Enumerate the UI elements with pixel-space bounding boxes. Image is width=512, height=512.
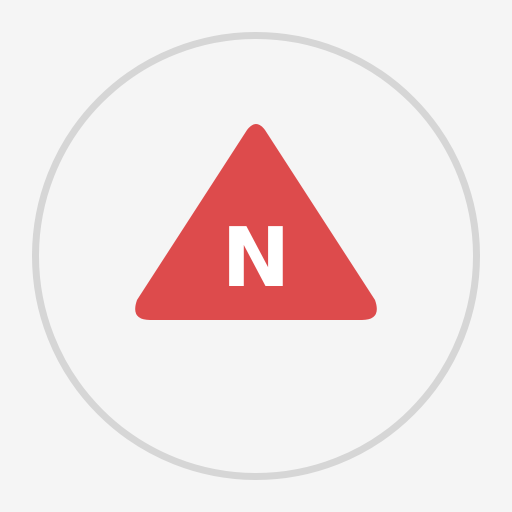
app-icon: N bbox=[0, 0, 512, 512]
north-compass-icon: N bbox=[135, 124, 377, 320]
north-letter: N bbox=[222, 211, 291, 306]
